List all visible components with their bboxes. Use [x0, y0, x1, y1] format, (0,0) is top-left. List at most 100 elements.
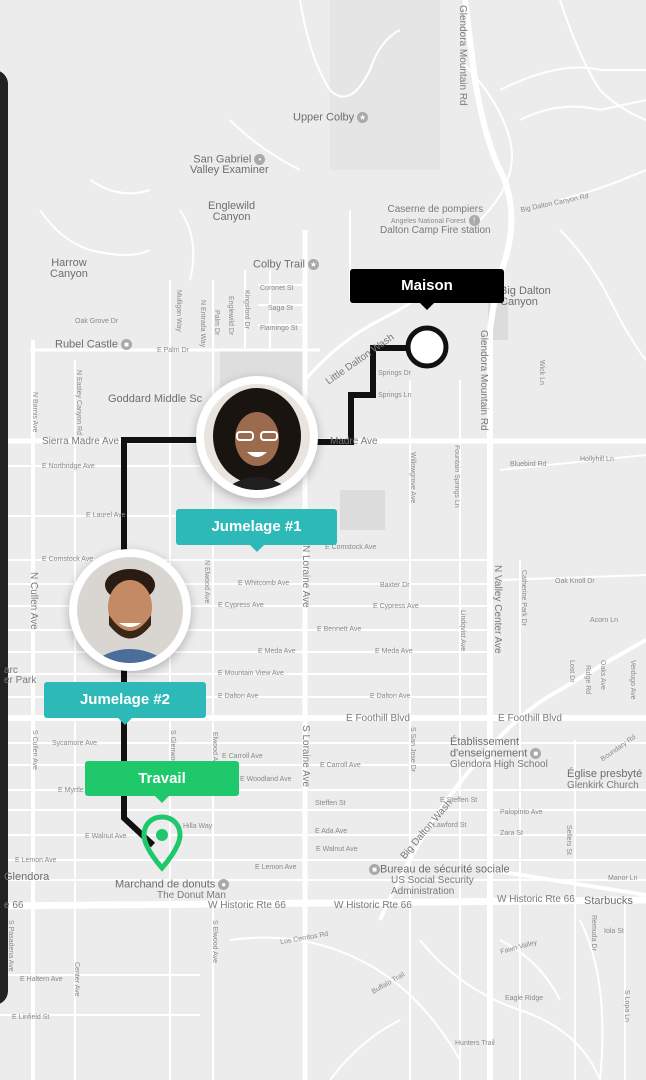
street-label: E Walnut Ave — [316, 846, 358, 853]
place-pin-icon: ★ — [307, 259, 319, 270]
street-label: N Valley Center Ave — [492, 565, 503, 654]
street-label: Iola St — [604, 928, 624, 935]
place-pin-icon: • — [254, 154, 266, 165]
street-label: Coronet St — [260, 285, 294, 292]
place-eglise: Église presbyté Glenkirk Church — [567, 768, 643, 791]
street-label: Verdugo Ave — [629, 660, 636, 700]
place-bureau: ■ Bureau de sécurité sociale US Social Sec… — [366, 864, 510, 897]
street-label: Sellers St — [565, 825, 572, 855]
place-colby-trail: Colby Trail ★ — [253, 258, 319, 271]
street-label: Oak Knoll Dr — [555, 578, 595, 585]
street-label: Ridge Rd — [584, 665, 591, 695]
street-label: S Pasadena Ave — [7, 920, 14, 972]
street-label: E Meda Ave — [258, 648, 296, 655]
place-glendora: Glendora — [4, 871, 50, 883]
place-harrow: Harrow Canyon — [50, 257, 88, 280]
place-san-gabriel: San Gabriel • Valley Examiner — [190, 153, 269, 177]
street-label: Glendora Mountain Rd — [457, 5, 468, 106]
street-label: E Northridge Ave — [42, 463, 95, 470]
place-park: arc er Park — [4, 665, 37, 686]
street-label: Remuda Dr — [590, 915, 597, 951]
place-rubel-castle: Rubel Castle ■ — [55, 339, 132, 350]
street-label: Madre Ave — [330, 436, 378, 447]
street-label: Saga St — [268, 305, 293, 312]
street-label: E Woodland Ave — [240, 776, 292, 783]
street-label: E Mountain View Ave — [218, 670, 284, 677]
street-label: E Foothill Blvd — [346, 713, 410, 724]
street-label: Hollyhill Ln — [580, 456, 614, 463]
street-label: E Bennett Ave — [317, 626, 362, 633]
street-label: E Myrtle — [58, 787, 84, 794]
street-label: Oak Grove Dr — [75, 318, 119, 325]
street-label: N Entrada Way — [199, 300, 206, 348]
match-1-avatar[interactable] — [196, 376, 318, 498]
street-label: W Historic Rte 66 — [334, 900, 412, 911]
street-label: Mulligan Way — [175, 290, 182, 332]
street-label: W Historic Rte 66 — [497, 894, 575, 905]
street-label: E Carroll Ave — [320, 762, 361, 769]
donut-shop-icon: ● — [218, 879, 230, 890]
street-label: E Dalton Ave — [218, 693, 259, 700]
place-goddard: Goddard Middle Sc — [108, 393, 203, 405]
street-label: S Elwood Ave — [211, 920, 218, 964]
place-starbucks: Starbucks — [584, 895, 633, 907]
street-label: Hunters Trail — [455, 1040, 495, 1047]
home-marker-label[interactable]: Maison — [350, 269, 504, 310]
street-label: W Historic Rte 66 — [208, 900, 286, 911]
street-label: E Cypress Ave — [373, 603, 419, 610]
place-caserne: Caserne de pompiers Angeles National Fore… — [380, 204, 491, 237]
castle-icon: ■ — [120, 339, 132, 350]
street-label: N Loraine Ave — [300, 545, 311, 608]
place-marchand: Marchand de donuts ● The Donut Man — [115, 879, 230, 901]
match-1-label[interactable]: Jumelage #1 — [176, 509, 337, 552]
street-label: Hilla Way — [183, 823, 213, 830]
work-marker-label[interactable]: Travail — [85, 761, 239, 803]
match-2-photo — [77, 557, 183, 663]
street-label: E Meda Ave — [375, 648, 413, 655]
street-label: Springs Dr — [378, 370, 412, 377]
school-icon: ■ — [530, 748, 542, 759]
side-panel-edge[interactable] — [0, 70, 8, 1005]
street-label: Oaks Ave — [599, 660, 606, 690]
street-label: Fountain Springs Ln — [453, 445, 460, 508]
street-label: Lost Dr — [568, 660, 575, 683]
street-label: E Dalton Ave — [370, 693, 411, 700]
street-label: E Comstock Ave — [325, 544, 377, 551]
street-label: E Linfield St — [12, 1014, 50, 1021]
street-label: Sycamore Ave — [52, 740, 98, 747]
street-label: E Haltern Ave — [20, 976, 63, 983]
street-label: E Lemon Ave — [255, 864, 297, 871]
street-label: Bluebird Rd — [510, 461, 547, 468]
street-label: Steffen St — [315, 800, 346, 807]
street-label: Glendora Mountain Rd — [478, 330, 489, 431]
street-label: Springs Ln — [378, 392, 412, 399]
street-label: Manor Ln — [608, 875, 638, 882]
home-circle-icon[interactable] — [405, 325, 449, 369]
street-label: E Laurel Ave — [86, 512, 126, 519]
street-label: E Whitcomb Ave — [238, 580, 290, 587]
match-2-avatar[interactable] — [69, 549, 191, 671]
street-label: Kingsford Dr — [243, 290, 250, 329]
match-1-photo — [204, 384, 310, 490]
street-label: Palm Dr — [213, 310, 220, 336]
place-englewild: Englewild Canyon — [208, 200, 256, 223]
place-etablissement: Établissement d'enseignement ■ Glendora Hig… — [450, 736, 548, 771]
street-label: Willowgrove Ave — [409, 452, 416, 504]
street-label: Zara St — [500, 830, 523, 837]
place-pin-icon: ★ — [357, 112, 369, 123]
match-2-label[interactable]: Jumelage #2 — [44, 682, 206, 725]
street-label: S San Jose Dr — [409, 727, 416, 773]
street-label: N Easley Canyon Rd — [75, 370, 82, 435]
office-icon: ■ — [369, 864, 380, 875]
street-label: N Cullen Ave — [28, 572, 39, 630]
street-label: Acorn Ln — [590, 617, 619, 624]
street-label: Flamingo St — [260, 325, 298, 332]
street-label: Eagle Ridge — [505, 995, 544, 1002]
street-label: e 66 — [4, 900, 24, 911]
street-label: E Lemon Ave — [15, 857, 57, 864]
street-label: S Lopa Ln — [623, 990, 630, 1022]
street-label: Wick Ln — [538, 360, 545, 385]
street-label: N Barnis Ave — [31, 392, 38, 433]
map-pin-icon[interactable] — [140, 814, 184, 872]
street-label: E Palm Dr — [157, 347, 189, 354]
